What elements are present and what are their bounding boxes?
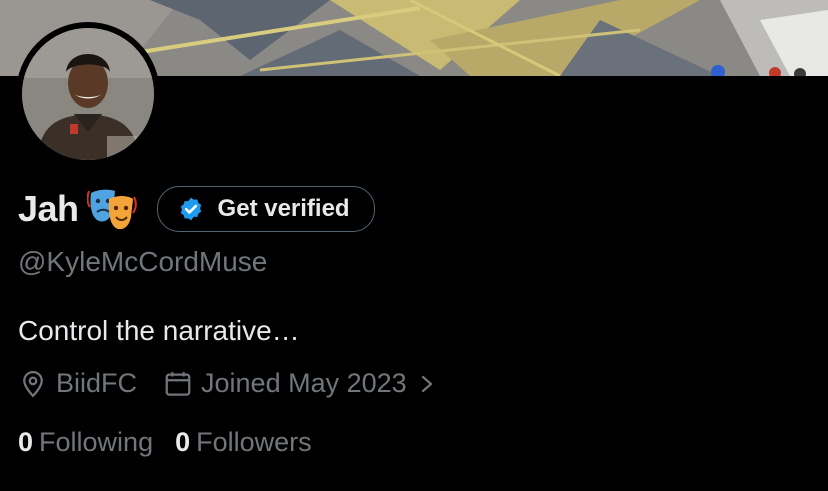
location-item: BiidFC: [18, 368, 137, 399]
avatar[interactable]: [22, 28, 154, 160]
verified-badge-icon: [180, 197, 201, 221]
avatar-ring: [16, 22, 160, 166]
location-pin-icon: [23, 370, 43, 397]
followers-count: 0: [175, 427, 191, 457]
joined-date: Joined May 2023: [201, 368, 407, 398]
location-text: BiidFC: [56, 368, 138, 398]
user-handle: @KyleMcCordMuse: [18, 246, 268, 277]
following-link[interactable]: 0 Following: [18, 427, 153, 458]
calendar-icon: [165, 371, 191, 396]
get-verified-label: Get verified: [217, 195, 350, 222]
following-label: Following: [39, 427, 154, 457]
get-verified-button[interactable]: Get verified: [156, 186, 375, 232]
avatar-photo: [22, 28, 154, 160]
chevron-right-icon: [421, 375, 432, 392]
performing-arts-masks-icon: [86, 189, 137, 230]
joined-item[interactable]: Joined May 2023: [163, 368, 437, 399]
profile-meta: BiidFC Joined May 2023: [18, 368, 437, 399]
following-count: 0: [18, 427, 34, 457]
bio: Control the narrative…: [18, 315, 300, 346]
followers-label: Followers: [196, 427, 312, 457]
follow-stats: 0 Following 0 Followers: [18, 427, 312, 458]
followers-link[interactable]: 0 Followers: [175, 427, 312, 458]
display-name: Jah: [18, 188, 79, 229]
name-row: Jah Get verified: [18, 186, 375, 232]
